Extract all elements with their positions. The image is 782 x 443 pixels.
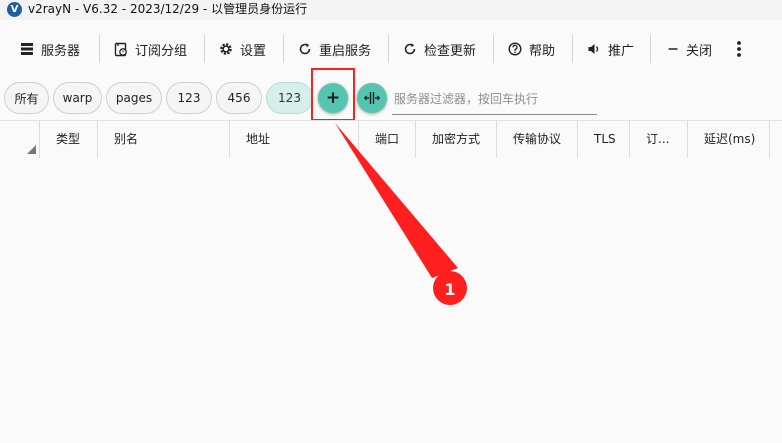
column-header-port[interactable]: 端口 — [359, 121, 415, 158]
filter-chip-456[interactable]: 456 — [216, 82, 262, 114]
help-icon — [508, 42, 522, 56]
v2rayn-logo-icon: V — [7, 2, 22, 17]
servers-label: 服务器 — [41, 43, 81, 59]
minus-icon — [668, 48, 678, 50]
column-header-security[interactable]: 加密方式 — [416, 121, 496, 158]
toolbar-divider — [493, 35, 494, 63]
promote-button[interactable]: 推广 — [587, 34, 634, 64]
server-grid-body[interactable] — [0, 158, 782, 443]
server-grid-header: 类型 别名 地址 端口 加密方式 传输协议 TLS 订... 延迟(ms) — [0, 120, 782, 159]
toolbar-divider — [99, 35, 100, 63]
toolbar-divider — [388, 35, 389, 63]
filter-chip-pages[interactable]: pages — [106, 82, 162, 114]
more-options-button[interactable] — [736, 34, 742, 64]
help-button[interactable]: 帮助 — [508, 34, 555, 64]
help-label: 帮助 — [529, 43, 556, 59]
subscription-icon — [114, 42, 127, 56]
annotation-highlight-box — [311, 68, 355, 121]
window-title: v2rayN - V6.32 - 2023/12/29 - 以管理员身份运行 — [28, 2, 308, 16]
column-header-tls[interactable]: TLS — [578, 121, 629, 158]
filter-chip-warp[interactable]: warp — [53, 82, 102, 114]
servers-menu-button[interactable]: 服务器 — [20, 34, 80, 64]
column-header-alias[interactable]: 别名 — [98, 121, 229, 158]
column-header-delay[interactable]: 延迟(ms) — [688, 121, 769, 158]
restart-icon — [299, 43, 311, 55]
settings-label: 设置 — [240, 43, 267, 59]
close-label: 关闭 — [686, 43, 713, 59]
server-icon — [21, 43, 33, 55]
settings-button[interactable]: 设置 — [219, 34, 266, 64]
filter-chip-123-selected[interactable]: 123 — [266, 82, 313, 114]
subscription-menu-button[interactable]: 订阅分组 — [114, 34, 187, 64]
annotation-step-number: 1 — [444, 280, 456, 299]
toolbar-divider — [204, 35, 205, 63]
column-header-network[interactable]: 传输协议 — [497, 121, 577, 158]
gear-icon — [220, 43, 232, 55]
toolbar-divider — [572, 35, 573, 63]
title-bar: V v2rayN - V6.32 - 2023/12/29 - 以管理员身份运行 — [0, 0, 782, 20]
edit-subscription-group-button[interactable] — [357, 83, 387, 113]
column-header-subscription[interactable]: 订... — [630, 121, 687, 158]
server-filter-input[interactable] — [392, 84, 597, 115]
speaker-icon — [588, 44, 599, 54]
column-header-type[interactable]: 类型 — [40, 121, 97, 158]
split-arrows-icon — [364, 92, 380, 104]
restart-label: 重启服务 — [319, 43, 372, 59]
check-update-button[interactable]: 检查更新 — [403, 34, 476, 64]
restart-service-button[interactable]: 重启服务 — [298, 34, 371, 64]
close-button[interactable]: 关闭 — [667, 34, 712, 64]
more-vertical-icon — [737, 41, 741, 57]
toolbar-divider — [283, 35, 284, 63]
check-update-label: 检查更新 — [424, 43, 477, 59]
toolbar: 服务器 订阅分组 设置 重启服务 检查更新 帮助 推广 关闭 — [0, 24, 782, 74]
column-divider — [769, 121, 770, 158]
refresh-icon — [404, 43, 416, 55]
select-all-corner-icon[interactable] — [27, 145, 36, 154]
column-header-address[interactable]: 地址 — [230, 121, 358, 158]
filter-chip-all[interactable]: 所有 — [4, 82, 49, 114]
promote-label: 推广 — [608, 43, 635, 59]
subscription-label: 订阅分组 — [135, 43, 188, 59]
toolbar-divider — [650, 35, 651, 63]
filter-chip-123[interactable]: 123 — [166, 82, 212, 114]
